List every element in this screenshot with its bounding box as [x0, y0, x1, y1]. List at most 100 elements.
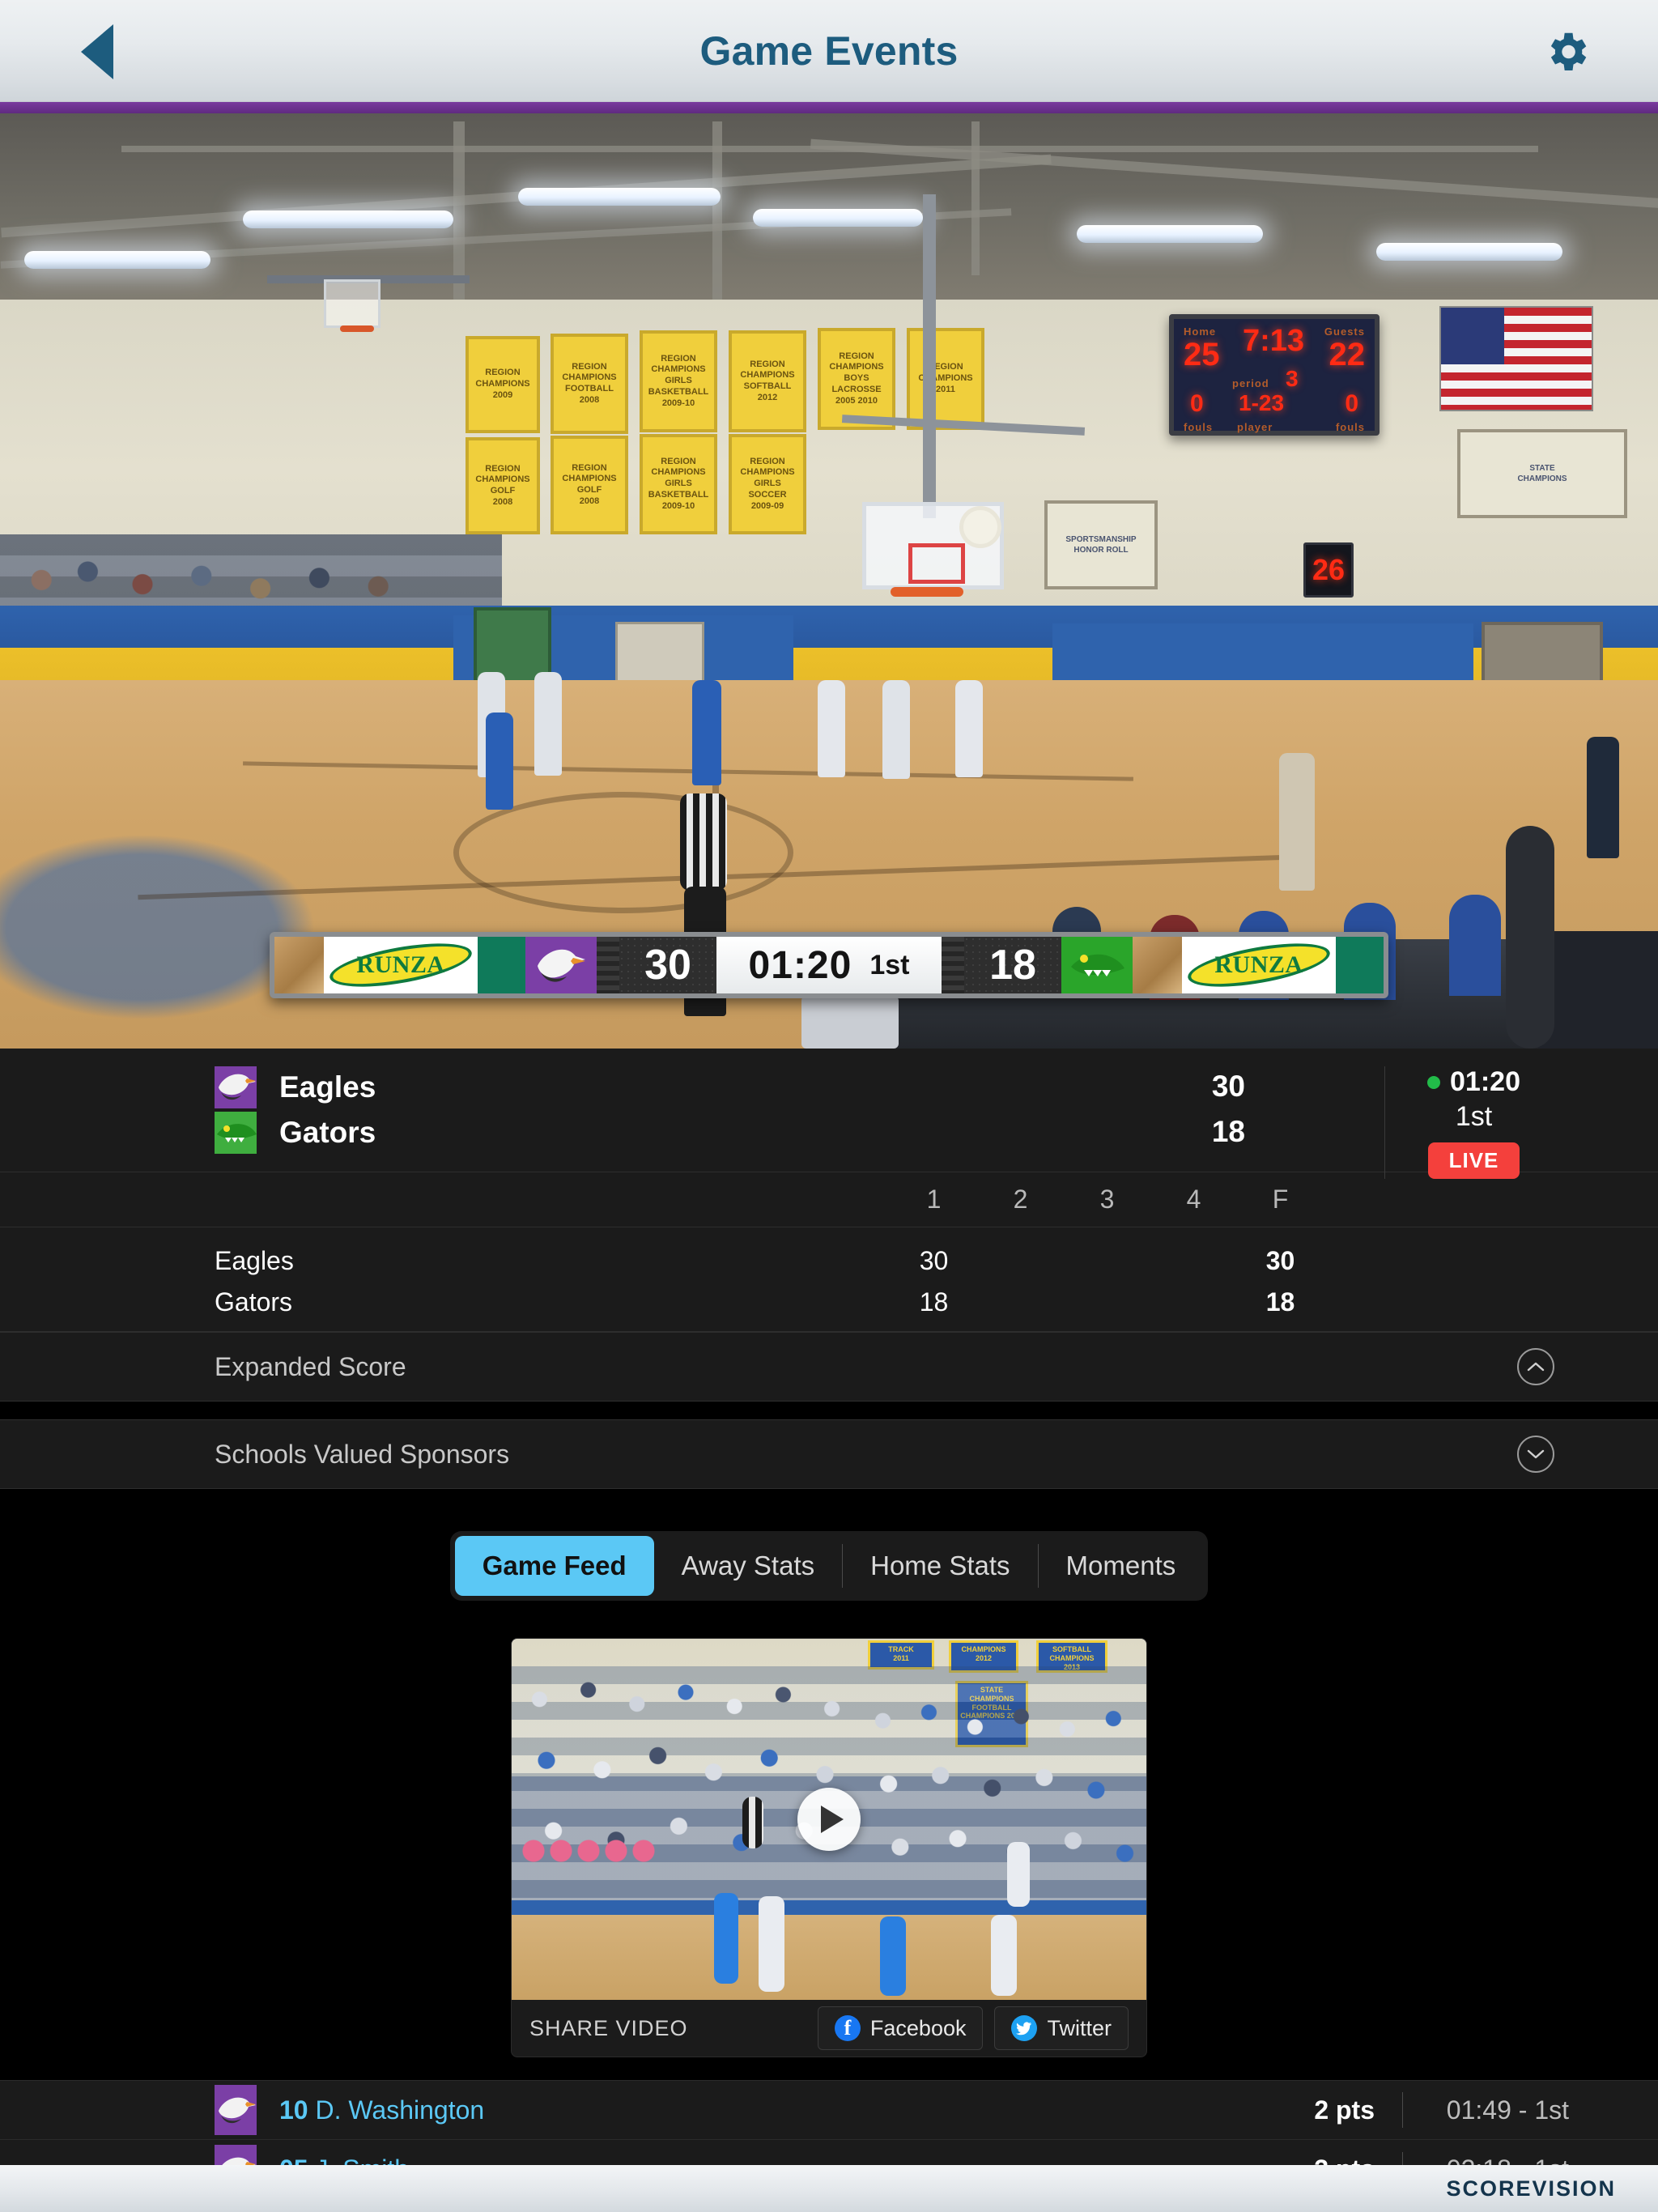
- video-thumbnail[interactable]: TRACK 2011 CHAMPIONS 2012 SOFTBALL CHAMPION…: [512, 1639, 1146, 2000]
- column-header-3: 3: [1099, 1185, 1115, 1214]
- team-name-home: Eagles: [279, 1070, 376, 1104]
- game-clock: 01:20: [1450, 1066, 1520, 1097]
- section-gap: [0, 1402, 1658, 1419]
- gym-fouls-label-left: fouls: [1184, 421, 1214, 433]
- twitter-label: Twitter: [1047, 2015, 1112, 2040]
- line-score-home-p1: 30: [919, 1245, 949, 1275]
- gym-home-score: 25: [1184, 337, 1220, 372]
- line-score-team-home: Eagles: [215, 1245, 294, 1275]
- column-header-1: 1: [926, 1185, 942, 1214]
- team-name-away: Gators: [279, 1116, 376, 1149]
- gym-guests-label: Guests: [1324, 325, 1365, 338]
- scoreboard-team-row-away: Gators: [215, 1112, 376, 1154]
- line-score-team-away: Gators: [215, 1287, 293, 1317]
- gator-logo: [215, 1112, 257, 1154]
- chevron-down-icon[interactable]: [1517, 1436, 1554, 1473]
- gear-icon: [1550, 32, 1587, 70]
- gym-clock: 7:13: [1243, 324, 1305, 358]
- overlay-clock-period: 01:20 1st: [716, 937, 942, 993]
- live-video-player[interactable]: REGION CHAMPIONS 2009 REGION CHAMPIONS FOOTB…: [0, 113, 1658, 1049]
- gym-scoreboard: Home Guests 25 22 7:13 period 3 0 0 1-23…: [1169, 314, 1380, 436]
- runza-logo-left: RUNZA: [324, 937, 478, 993]
- tab-game-feed[interactable]: Game Feed: [454, 1536, 654, 1596]
- back-button[interactable]: [66, 23, 128, 81]
- tab-moments[interactable]: Moments: [1039, 1536, 1204, 1596]
- runza-logo-right: RUNZA: [1182, 937, 1336, 993]
- tab-home-stats[interactable]: Home Stats: [843, 1536, 1037, 1596]
- video-card[interactable]: TRACK 2011 CHAMPIONS 2012 SOFTBALL CHAMPION…: [511, 1638, 1147, 2057]
- gym-player-label: player: [1237, 421, 1273, 433]
- american-flag: [1439, 306, 1593, 411]
- facebook-icon: f: [834, 2015, 861, 2041]
- game-period: 1st: [1455, 1101, 1493, 1132]
- column-header-2: 2: [1013, 1185, 1028, 1214]
- expanded-score-accordion[interactable]: Expanded Score: [0, 1332, 1658, 1402]
- overlay-home-logo: [525, 937, 597, 993]
- gym-period-label: period: [1232, 377, 1269, 389]
- team-score-away: 18: [1211, 1115, 1245, 1148]
- tab-away-stats[interactable]: Away Stats: [654, 1536, 842, 1596]
- overlay-away-logo: [1061, 937, 1133, 993]
- sponsors-label: Schools Valued Sponsors: [215, 1439, 510, 1469]
- play-button-icon[interactable]: [797, 1788, 861, 1851]
- eagle-logo: [215, 2085, 257, 2135]
- share-video-label: SHARE VIDEO: [529, 2015, 688, 2040]
- share-facebook-button[interactable]: f Facebook: [817, 2006, 984, 2050]
- line-score-table: 1 2 3 4 F Eagles 30 30 Gators 18 18: [0, 1172, 1658, 1332]
- feed-player-label: D. Washington: [315, 2095, 485, 2125]
- share-twitter-button[interactable]: Twitter: [994, 2006, 1129, 2050]
- line-score-away-final: 18: [1265, 1287, 1295, 1317]
- twitter-icon: [1011, 2015, 1038, 2041]
- share-video-bar: SHARE VIDEO f Facebook Twitter: [512, 2000, 1146, 2057]
- game-status: 01:20 1st LIVE: [1384, 1066, 1554, 1179]
- gym-video-frame: REGION CHAMPIONS 2009 REGION CHAMPIONS FOOTB…: [0, 113, 1658, 1049]
- sponsors-accordion[interactable]: Schools Valued Sponsors: [0, 1419, 1658, 1489]
- settings-button[interactable]: [1536, 21, 1597, 83]
- line-score-header: 1 2 3 4 F: [0, 1172, 1658, 1227]
- page-title: Game Events: [699, 28, 959, 74]
- column-header-final: F: [1272, 1185, 1289, 1214]
- sponsor-right: RUNZA: [1133, 937, 1384, 993]
- brand-logo: SCOREVISION: [1446, 2176, 1616, 2201]
- sponsor-left: RUNZA: [274, 937, 525, 993]
- tab-bar: Game Feed Away Stats Home Stats Moments: [0, 1489, 1658, 1638]
- gym-guests-score: 22: [1329, 337, 1366, 372]
- score-summary-panel: Eagles 30 Gators 18 01:20 1st LIVE: [0, 1049, 1658, 1179]
- list-item[interactable]: 10 D. Washington 2 pts 01:49 - 1st: [0, 2080, 1658, 2140]
- feed-timestamp: 01:49 - 1st: [1446, 2095, 1569, 2125]
- back-arrow-icon: [81, 24, 113, 79]
- video-scoreboard-overlay: RUNZA 30 01:20 1st 18 RUNZA: [270, 932, 1388, 998]
- line-score-away-p1: 18: [919, 1287, 949, 1317]
- feed-player-name: 10 D. Washington: [279, 2095, 484, 2125]
- gym-home-label: Home: [1184, 325, 1217, 338]
- overlay-away-score: 18: [964, 937, 1061, 993]
- live-status-dot: [1427, 1075, 1441, 1089]
- team-score-home: 30: [1211, 1070, 1245, 1103]
- overlay-clock: 01:20: [748, 943, 852, 987]
- gym-period: 3: [1286, 366, 1299, 391]
- expanded-score-label: Expanded Score: [215, 1351, 406, 1381]
- header-accent-bar: [0, 102, 1658, 113]
- facebook-label: Facebook: [869, 2015, 967, 2040]
- table-row: Eagles 30 30: [0, 1237, 1658, 1284]
- gym-fouls-guests: 0: [1345, 390, 1358, 417]
- feed-video-section: TRACK 2011 CHAMPIONS 2012 SOFTBALL CHAMPION…: [0, 1638, 1658, 2065]
- column-header-4: 4: [1186, 1185, 1201, 1214]
- status-badge: LIVE: [1427, 1142, 1520, 1179]
- overlay-period: 1st: [869, 949, 910, 981]
- scoreboard-team-row-home: Eagles: [215, 1066, 376, 1108]
- eagle-logo: [215, 1066, 257, 1108]
- app-header: Game Events: [0, 0, 1658, 102]
- chevron-up-icon[interactable]: [1517, 1348, 1554, 1385]
- feed-divider: [1402, 2092, 1403, 2128]
- feed-player-number: 10: [279, 2095, 308, 2125]
- feed-points: 2 pts: [1314, 2095, 1375, 2125]
- shot-clock: 26: [1303, 542, 1354, 598]
- overlay-home-score: 30: [619, 937, 716, 993]
- app-root: Game Events REGION CHAMPIONS 2009 REGION…: [0, 0, 1658, 2212]
- footer-bar: SCOREVISION: [0, 2165, 1658, 2212]
- gym-fouls-label-right: fouls: [1335, 421, 1365, 433]
- line-score-home-final: 30: [1265, 1245, 1295, 1275]
- gym-player-number: 1-23: [1239, 390, 1285, 415]
- table-row: Gators 18 18: [0, 1284, 1658, 1331]
